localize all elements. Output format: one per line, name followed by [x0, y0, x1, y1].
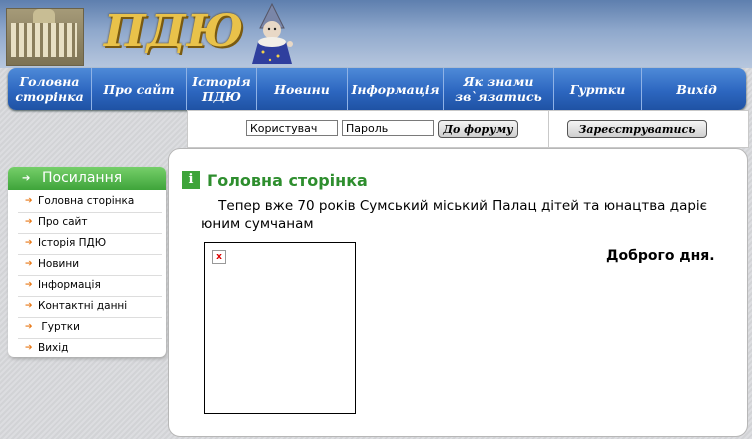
site-header: ПДЮ: [0, 0, 752, 68]
sidebar-item-label[interactable]: Інформація: [38, 279, 101, 291]
sidebar-title: Посилання: [42, 170, 123, 186]
arrow-right-icon: ➔: [25, 259, 33, 269]
menu-item-home[interactable]: Головна сторінка: [8, 68, 92, 110]
broken-image-icon: x: [212, 250, 226, 264]
sidebar-item-information[interactable]: ➔ Інформація: [18, 276, 162, 297]
building-logo-image: [6, 8, 84, 66]
sidebar-item-label[interactable]: Вихід: [38, 342, 68, 354]
menu-item-history[interactable]: Історія ПДЮ: [187, 68, 257, 110]
wizard-mascot-icon: [252, 2, 293, 64]
sidebar-links: ➔ Головна сторінка ➔ Про сайт ➔ Історія ПДЮ…: [18, 192, 162, 359]
arrow-right-icon: ➔: [25, 238, 33, 248]
intro-text: Тепер вже 70 років Сумський міський Пала…: [201, 197, 721, 233]
login-divider: [548, 111, 549, 147]
login-bar: До форуму Зареєструватись: [187, 110, 749, 148]
arrow-right-icon: ➔: [25, 301, 33, 311]
intro-text-body: Тепер вже 70 років Сумський міський Пала…: [201, 198, 708, 232]
sidebar-item-label[interactable]: Історія ПДЮ: [38, 237, 106, 249]
sidebar-item-history[interactable]: ➔ Історія ПДЮ: [18, 234, 162, 255]
links-sidebar: ➔ Посилання ➔ Головна сторінка ➔ Про сайт …: [8, 167, 166, 357]
menu-item-information[interactable]: Інформація: [348, 68, 444, 110]
menu-item-contact[interactable]: Як знами зв`язатись: [444, 68, 554, 110]
sidebar-item-clubs[interactable]: ➔ Гуртки: [18, 318, 162, 339]
arrow-right-icon: ➔: [25, 217, 33, 227]
sidebar-item-label[interactable]: Головна сторінка: [38, 195, 134, 207]
main-content: i Головна сторінка Тепер вже 70 років Су…: [168, 148, 748, 437]
page-title: Головна сторінка: [207, 171, 368, 190]
sidebar-item-label[interactable]: Контактні данні: [38, 300, 127, 312]
arrow-right-icon: ➔: [25, 343, 33, 353]
arrow-right-icon: ➔: [25, 280, 33, 290]
menu-item-clubs[interactable]: Гуртки: [554, 68, 642, 110]
menu-item-about[interactable]: Про сайт: [92, 68, 187, 110]
arrow-right-icon: ➔: [25, 322, 33, 332]
main-menu: Головна сторінка Про сайт Історія ПДЮ Но…: [8, 68, 746, 110]
sidebar-item-label[interactable]: Гуртки: [38, 321, 80, 333]
sidebar-item-about[interactable]: ➔ Про сайт: [18, 213, 162, 234]
menu-item-news[interactable]: Новини: [257, 68, 348, 110]
arrow-right-icon: ➔: [22, 173, 31, 184]
site-logo[interactable]: ПДЮ: [104, 6, 244, 57]
menu-item-exit[interactable]: Вихід: [642, 68, 751, 110]
forum-button[interactable]: До форуму: [438, 120, 518, 138]
arrow-right-icon: ➔: [25, 196, 33, 206]
sidebar-item-news[interactable]: ➔ Новини: [18, 255, 162, 276]
greeting-text: Доброго дня.: [606, 248, 715, 264]
register-button[interactable]: Зареєструватись: [567, 120, 707, 138]
image-placeholder: x: [204, 242, 356, 414]
sidebar-item-contacts[interactable]: ➔ Контактні данні: [18, 297, 162, 318]
sidebar-item-home[interactable]: ➔ Головна сторінка: [18, 192, 162, 213]
password-input[interactable]: [342, 120, 434, 136]
username-input[interactable]: [246, 120, 338, 136]
sidebar-item-label[interactable]: Про сайт: [38, 216, 87, 228]
info-icon: i: [182, 171, 200, 189]
sidebar-item-label[interactable]: Новини: [38, 258, 79, 270]
sidebar-item-exit[interactable]: ➔ Вихід: [18, 339, 162, 359]
sidebar-header: ➔ Посилання: [8, 167, 166, 190]
